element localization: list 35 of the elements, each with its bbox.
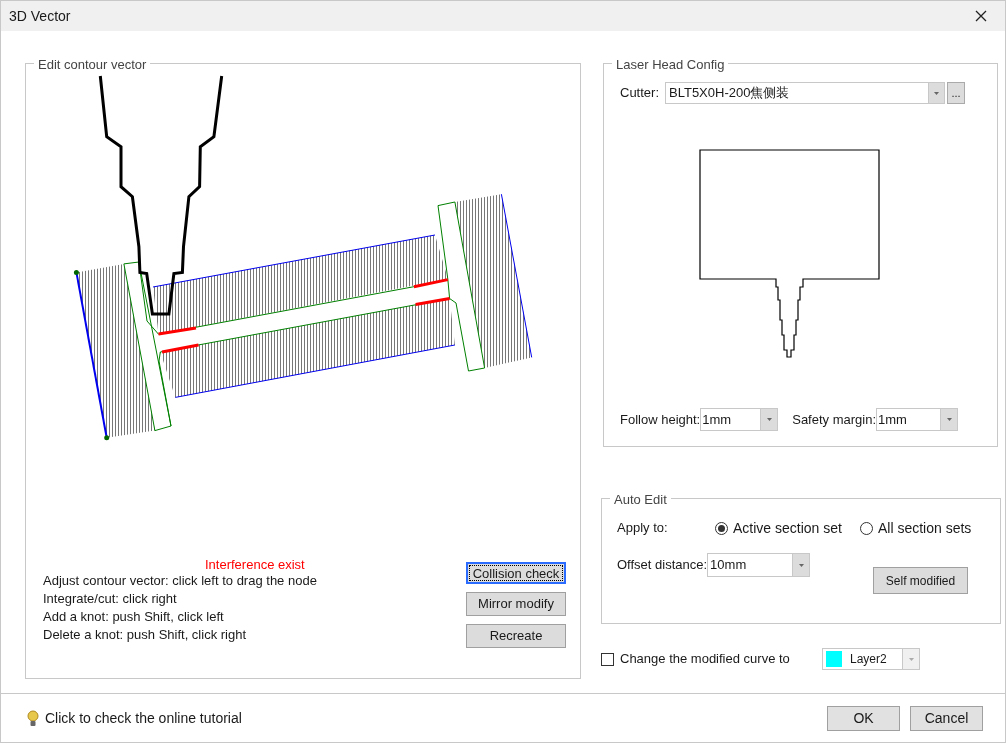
caret-icon — [934, 91, 939, 95]
self-modified-button[interactable]: Self modified — [873, 567, 968, 594]
browse-button[interactable]: ... — [947, 82, 965, 104]
instruction-text: Adjust contour vector: click left to drag the node — [43, 572, 317, 590]
radio-label: Active section set — [733, 518, 842, 538]
instruction-text: Delete a knot: push Shift, click right — [43, 626, 248, 644]
action-button[interactable]: Mirror modify — [466, 592, 566, 616]
instruction-text: Add a knot: push Shift, click left — [43, 608, 225, 626]
safety-margin-dropdown[interactable]: 1mm — [876, 408, 959, 431]
dialog-button[interactable]: OK — [827, 705, 900, 731]
close-icon[interactable] — [975, 10, 987, 22]
action-button[interactable]: Recreate — [466, 624, 566, 648]
tutorial-link[interactable]: Click to check the online tutorial — [45, 707, 242, 729]
offset-distance-label: Offset distance: — [617, 556, 708, 575]
follow-height-dropdown[interactable]: 1mm — [700, 408, 779, 431]
change-curve-label: Change the modified curve to — [620, 650, 791, 669]
caret-icon — [908, 657, 914, 661]
caret-icon — [798, 563, 804, 567]
offset-distance-dropdown[interactable]: 10mm — [707, 553, 811, 577]
window-title: 3D Vector — [9, 6, 71, 26]
dialog-button[interactable]: Cancel — [910, 705, 983, 731]
follow-height-label: Follow height: — [620, 410, 701, 429]
layer-dropdown[interactable]: Layer2 — [822, 648, 920, 670]
instruction-text: Integrate/cut: click right — [43, 590, 178, 608]
cutter-dropdown[interactable]: BLT5X0H-200焦侧装 — [665, 82, 945, 104]
cutter-label: Cutter: — [620, 84, 659, 103]
radio-label: All section sets — [877, 518, 972, 538]
caret-icon — [946, 418, 952, 421]
caret-icon — [766, 418, 772, 421]
checkbox[interactable] — [601, 652, 614, 666]
warning-text: Interference exist — [205, 558, 306, 572]
action-button[interactable]: Collision check — [466, 562, 566, 584]
safety-margin-label: Safety margin: — [792, 410, 877, 429]
lightbulb-icon — [27, 709, 39, 727]
apply-to-label: Apply to: — [617, 519, 669, 538]
